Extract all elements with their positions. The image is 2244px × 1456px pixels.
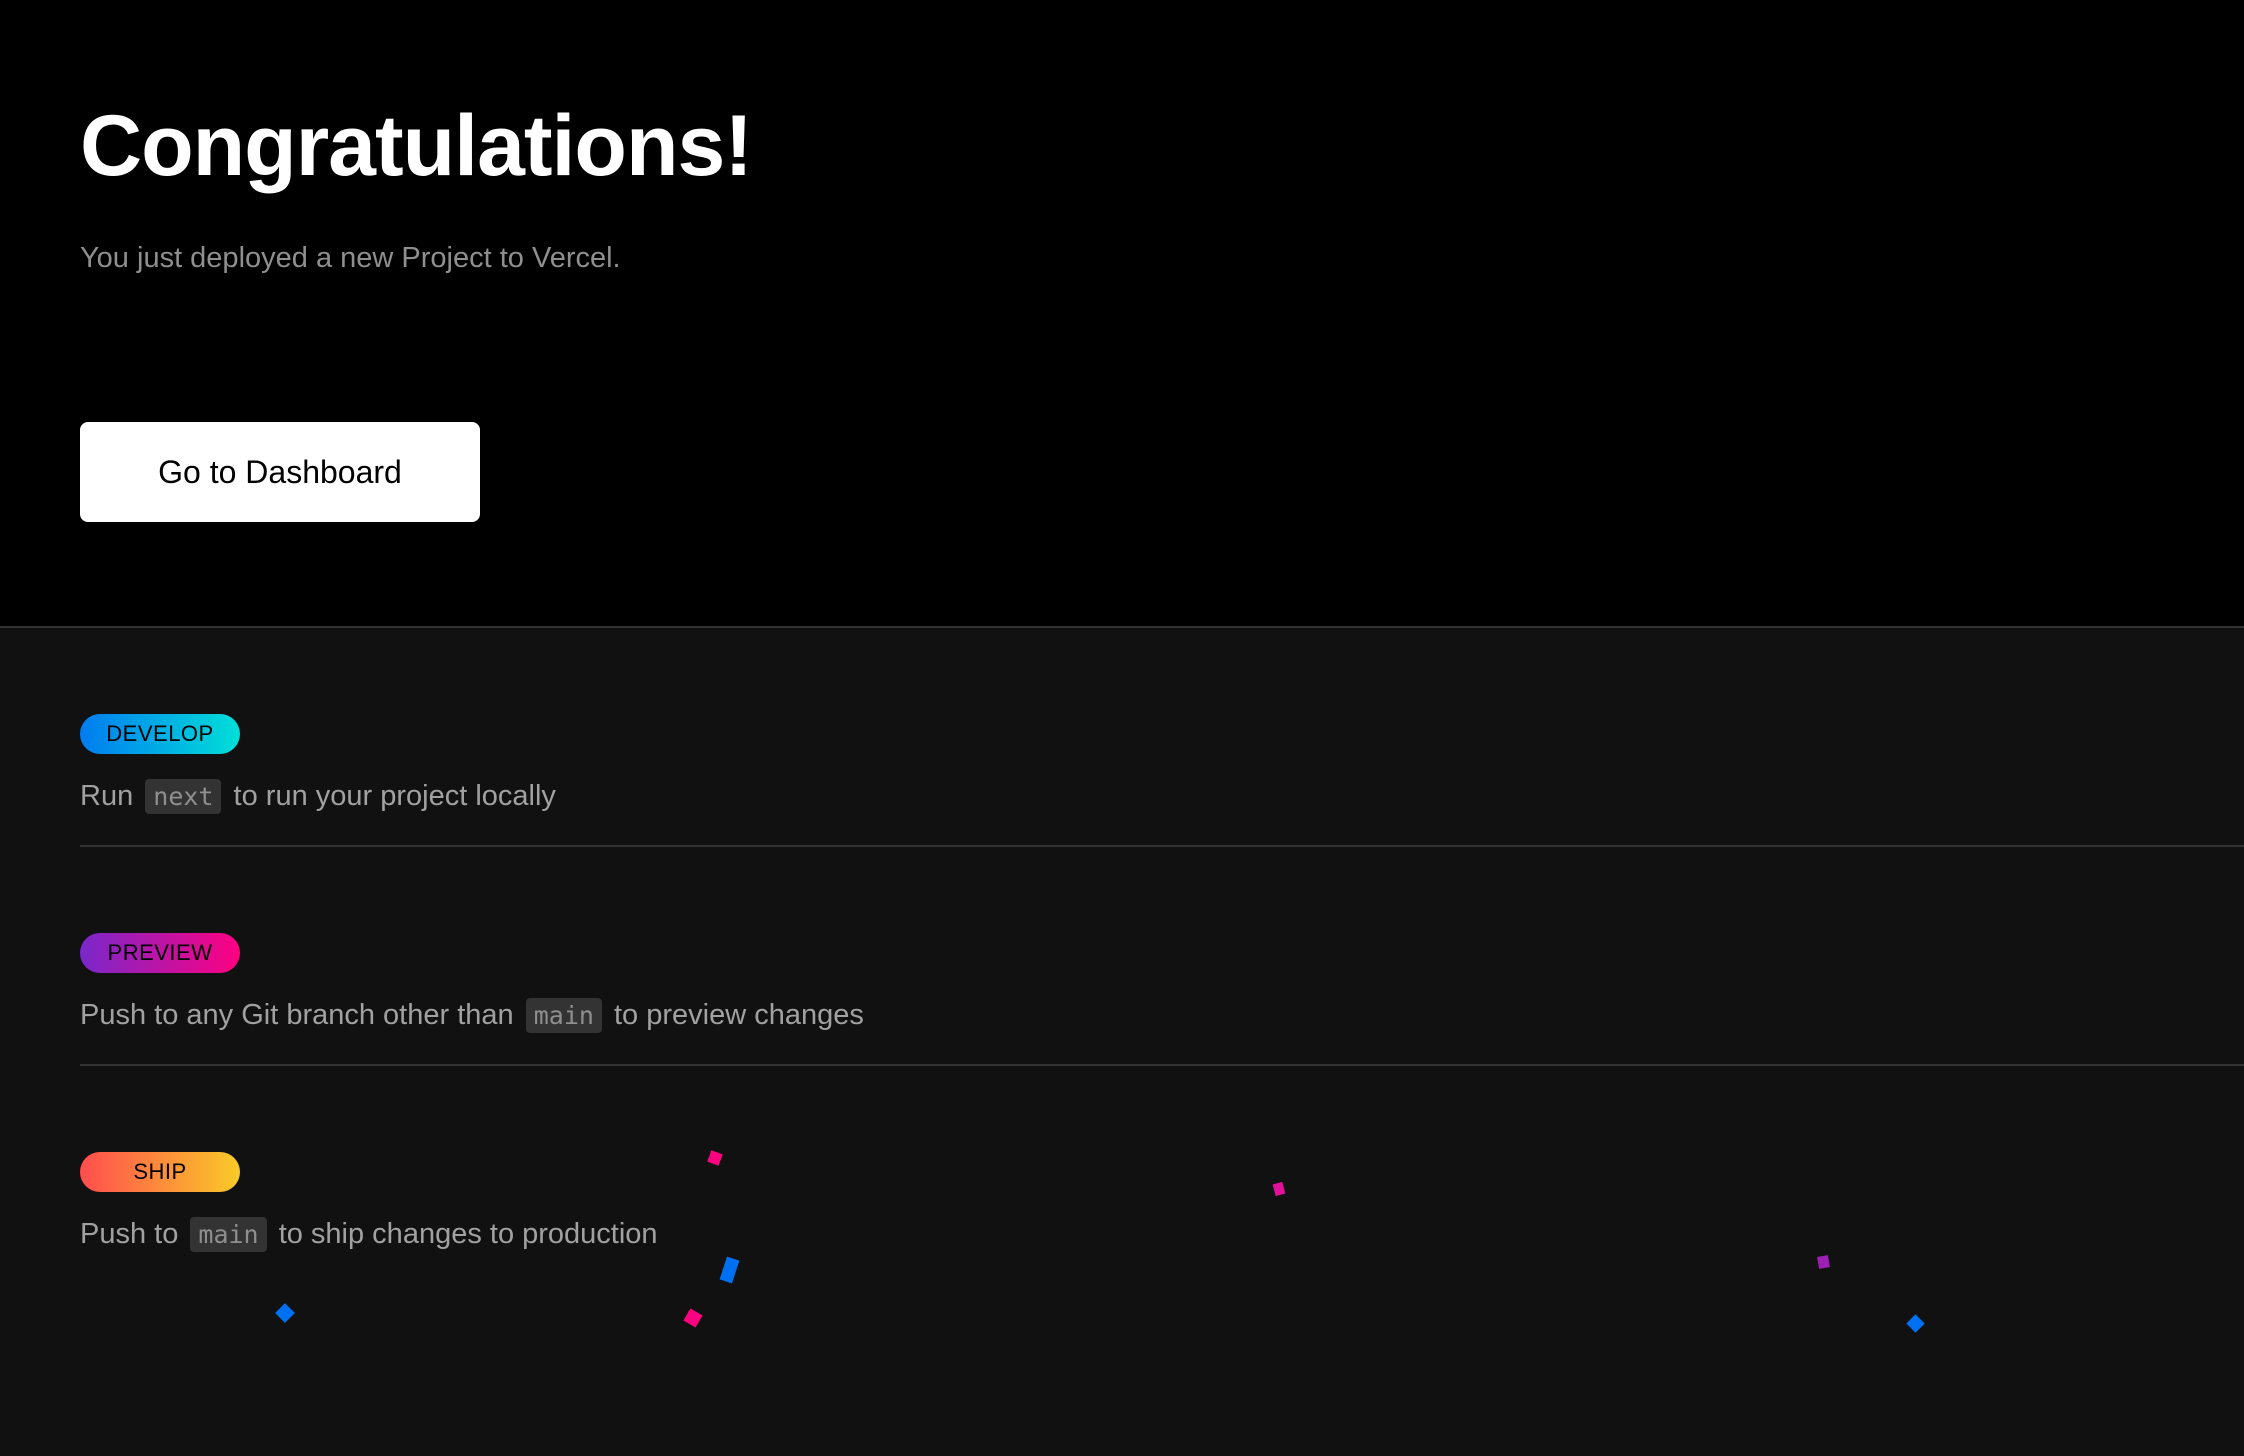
hero-section: Congratulations! You just deployed a new… <box>0 0 2244 628</box>
next-steps-section: DEVELOP Run next to run your project loc… <box>0 628 2244 1456</box>
preview-description: Push to any Git branch other than main t… <box>80 995 864 1036</box>
ship-text-after: to ship changes to production <box>278 1218 658 1250</box>
page-title: Congratulations! <box>80 98 753 194</box>
develop-description: Run next to run your project locally <box>80 776 556 817</box>
page-subtitle: You just deployed a new Project to Verce… <box>80 242 621 274</box>
ship-branch-code: main <box>190 1217 267 1252</box>
develop-command-code: next <box>145 779 222 814</box>
ship-badge: SHIP <box>80 1152 240 1192</box>
confetti-piece <box>1817 1255 1830 1269</box>
go-to-dashboard-button[interactable]: Go to Dashboard <box>80 422 480 522</box>
step-ship: SHIP Push to main to ship changes to pro… <box>80 1066 2244 1285</box>
preview-text-before: Push to any Git branch other than <box>80 999 514 1031</box>
ship-description: Push to main to ship changes to producti… <box>80 1214 658 1255</box>
develop-text-after: to run your project locally <box>233 780 556 812</box>
ship-text-before: Push to <box>80 1218 179 1250</box>
step-develop: DEVELOP Run next to run your project loc… <box>80 628 2244 847</box>
preview-branch-code: main <box>525 998 602 1033</box>
develop-badge: DEVELOP <box>80 714 240 754</box>
develop-text-before: Run <box>80 780 134 812</box>
preview-badge: PREVIEW <box>80 933 240 973</box>
preview-text-after: to preview changes <box>614 999 864 1031</box>
step-preview: PREVIEW Push to any Git branch other tha… <box>80 847 2244 1066</box>
